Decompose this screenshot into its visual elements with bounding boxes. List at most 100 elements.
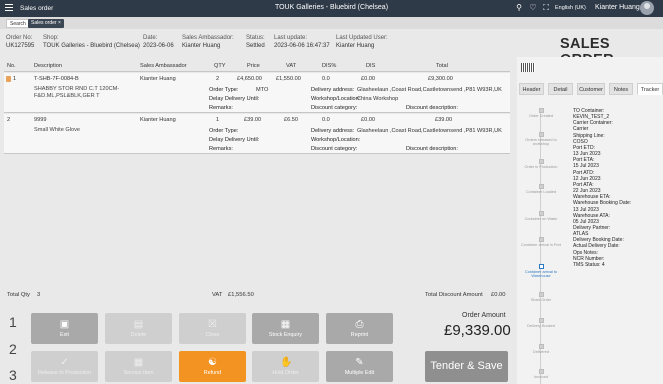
hold-order-button[interactable]: ✋ Hold Order bbox=[252, 351, 319, 382]
tracker-step-label: Container arrival to Warehouse bbox=[524, 270, 558, 278]
total-discount-value: £0.00 bbox=[491, 292, 506, 298]
close-doc-icon: ☒ bbox=[208, 319, 217, 330]
search-icon[interactable]: ⚲ bbox=[514, 3, 524, 13]
refund-button[interactable]: ☯ Refund bbox=[179, 351, 246, 382]
remarks-label: Remarks: bbox=[209, 146, 233, 152]
tab-notes[interactable]: Notes bbox=[609, 83, 633, 95]
tab-detail[interactable]: Detail bbox=[548, 83, 573, 95]
row-total: £9,300.00 bbox=[428, 76, 453, 82]
stock-enquiry-button[interactable]: ▦ Stock Enquiry bbox=[252, 313, 319, 344]
row-dis-pct: 0.0 bbox=[322, 76, 330, 82]
tab-header[interactable]: Header bbox=[519, 83, 544, 95]
delay-delivery-label: Delay Delivery Until: bbox=[209, 137, 260, 143]
service-item-button[interactable]: ▦ Service Item bbox=[105, 351, 172, 382]
side-tabs: Header Detail Customer Notes Tracker bbox=[517, 82, 663, 96]
tracker-step: Container on Water bbox=[519, 211, 563, 221]
delivery-address-value: Glasheelaun ,Coast Road,Castletownsend ,… bbox=[357, 128, 502, 134]
row-price: £4,650.00 bbox=[237, 76, 262, 82]
order-no-label: Order No: bbox=[6, 35, 33, 41]
tracker-step-label: Container Loaded bbox=[525, 190, 557, 194]
tracker-step-label: Orders released to workshop bbox=[525, 138, 557, 146]
row-sku: 9999 bbox=[34, 117, 47, 123]
last-user-value: Kianter Huang bbox=[336, 43, 375, 49]
workshop-label: Workshop/Location: bbox=[311, 137, 361, 143]
order-no-value: UK127595 bbox=[6, 43, 35, 49]
tracker-step-label: Container on Water bbox=[524, 217, 558, 221]
shop-label: Shop: bbox=[43, 35, 59, 41]
avatar[interactable] bbox=[640, 1, 654, 15]
total-discount-label: Total Discount Amount bbox=[425, 292, 483, 298]
multiple-edit-button[interactable]: ✎ Multiple Edit bbox=[326, 351, 393, 382]
info-line: TMS Status: 4 bbox=[573, 261, 605, 268]
col-dis-pct: DIS% bbox=[322, 63, 337, 69]
row-dis: £0.00 bbox=[361, 76, 375, 82]
trash-icon: ▤ bbox=[133, 319, 144, 330]
bell-icon[interactable]: ♡ bbox=[528, 3, 538, 13]
hand-icon: ✋ bbox=[280, 357, 293, 368]
discount-description-label: Discount description: bbox=[406, 105, 458, 111]
tab-customer[interactable]: Customer bbox=[577, 83, 605, 95]
tracker-step-label: Delivery Booked bbox=[527, 324, 555, 328]
total-qty-label: Total Qty bbox=[7, 292, 30, 298]
tracker-step: Invoiced bbox=[519, 369, 563, 379]
document-icon[interactable] bbox=[6, 76, 11, 82]
release-to-production-button[interactable]: ✓ Release to Production bbox=[31, 351, 98, 382]
tab-sales-order[interactable]: Sales order × bbox=[28, 19, 64, 28]
status-label: Status: bbox=[246, 35, 265, 41]
tracker-step-label: Container arrival in Port bbox=[521, 243, 561, 247]
last-update-label: Last update: bbox=[274, 35, 308, 41]
row-dis-pct: 0.0 bbox=[322, 117, 330, 123]
row-total: £39.00 bbox=[435, 117, 453, 123]
exit-button[interactable]: ▣ Exit bbox=[31, 313, 98, 344]
tracker-step: Order Created bbox=[519, 108, 563, 118]
close-button-label: Close bbox=[205, 332, 220, 338]
row-price: £39.00 bbox=[244, 117, 262, 123]
order-type-label: Order Type: bbox=[209, 128, 239, 134]
last-update-field: Last update: 2023-06-06 16:47:37 bbox=[274, 34, 330, 50]
tab-tracker[interactable]: Tracker bbox=[637, 83, 663, 95]
col-total: Total bbox=[436, 63, 448, 69]
discount-description-label: Discount description: bbox=[406, 146, 458, 152]
delay-delivery-label: Delay Delivery Until: bbox=[209, 96, 260, 102]
date-value: 2023-06-06 bbox=[143, 43, 174, 49]
tracker-steps: Order Created Orders released to worksho… bbox=[519, 104, 563, 384]
release-button-label: Release to Production bbox=[37, 370, 92, 376]
workshop-value: China Workshop bbox=[357, 96, 399, 102]
tracker-step: Delivery Booked bbox=[519, 318, 563, 328]
multiple-edit-button-label: Multiple Edit bbox=[344, 370, 375, 376]
fullscreen-icon[interactable]: ⛶ bbox=[541, 3, 551, 13]
close-tab-icon[interactable]: × bbox=[58, 20, 61, 26]
tender-save-button[interactable]: Tender & Save bbox=[425, 351, 508, 382]
sales-order-tab-label: Sales order bbox=[31, 20, 57, 26]
tracker-step-current: Container arrival to Warehouse bbox=[519, 264, 563, 278]
order-type-value: MTO bbox=[256, 87, 269, 93]
delete-button-label: Delete bbox=[130, 332, 147, 338]
discount-category-label: Discount category: bbox=[311, 105, 358, 111]
tracker-step-label: Order Created bbox=[528, 114, 554, 118]
language-select[interactable]: English (UK) bbox=[555, 5, 586, 11]
col-no: No. bbox=[7, 63, 16, 69]
close-button[interactable]: ☒ Close bbox=[179, 313, 246, 344]
reprint-button[interactable]: ⎙ Reprint bbox=[326, 313, 393, 344]
hold-order-button-label: Hold Order bbox=[272, 370, 299, 376]
col-ambassador: Sales Ambassador bbox=[140, 63, 187, 69]
table-row[interactable]: 1 T-SHB-7F-0084-B SHABBY STOR RND C.T 12… bbox=[4, 73, 510, 113]
tracker-step-label: Invoiced bbox=[533, 375, 549, 379]
delete-button[interactable]: ▤ Delete bbox=[105, 313, 172, 344]
row-dis: £0.00 bbox=[361, 117, 375, 123]
printer-icon: ⎙ bbox=[355, 319, 364, 330]
ambassador-label: Sales Ambassador: bbox=[182, 35, 234, 41]
table-header: No. Description Sales Ambassador QTY Pri… bbox=[4, 60, 510, 72]
stock-enquiry-button-label: Stock Enquiry bbox=[268, 332, 303, 338]
user-name[interactable]: Kianter Huang bbox=[595, 4, 640, 11]
tracker-step-label: Order in Production bbox=[524, 165, 558, 169]
service-grid-icon: ▦ bbox=[133, 357, 144, 368]
order-type-label: Order Type: bbox=[209, 87, 239, 93]
table-row[interactable]: 2 9999 Small White Glove Kianter Huang 1… bbox=[4, 114, 510, 154]
barcode-icon bbox=[521, 63, 535, 72]
shop-field: Shop: TOUK Galleries - Bluebird (Chelsea) bbox=[43, 34, 140, 50]
remarks-label: Remarks: bbox=[209, 105, 233, 111]
tab-search[interactable]: Search bbox=[6, 19, 30, 28]
ambassador-value: Kianter Huang bbox=[182, 43, 221, 49]
refund-button-label: Refund bbox=[203, 370, 222, 376]
